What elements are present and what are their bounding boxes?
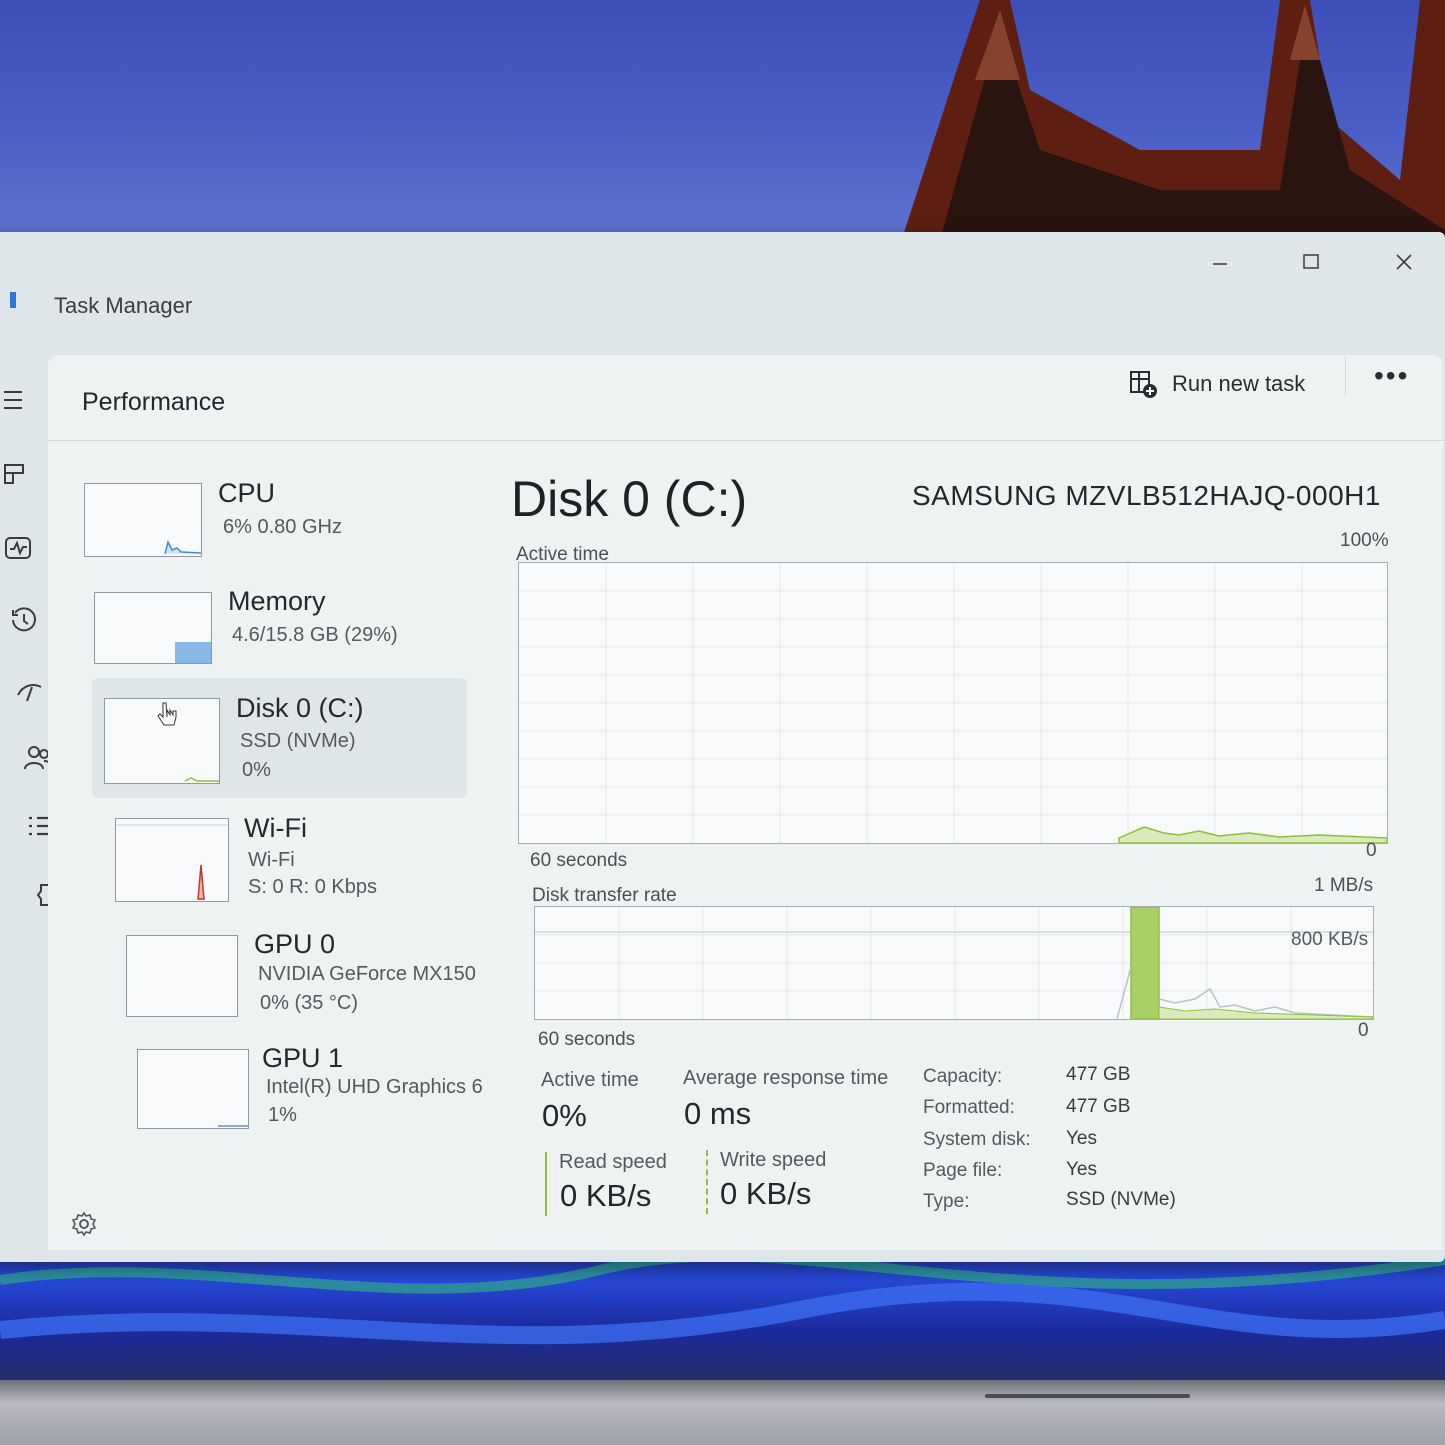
maximize-button[interactable] xyxy=(1295,246,1327,278)
memory-thumbnail xyxy=(94,592,212,664)
toolbar-separator xyxy=(1345,356,1346,396)
device-detail: NVIDIA GeForce MX150 xyxy=(258,963,476,985)
read-speed-accent xyxy=(545,1152,547,1216)
write-speed-label: Write speed xyxy=(720,1149,827,1171)
gpu1-thumbnail-graph xyxy=(218,1125,248,1127)
disk-model: SAMSUNG MZVLB512HAJQ-000H1 xyxy=(912,480,1381,511)
device-name: Memory xyxy=(228,586,326,616)
active-time-graph-min: 0 xyxy=(1366,840,1377,861)
property-value: SSD (NVMe) xyxy=(1066,1189,1176,1210)
device-detail: Intel(R) UHD Graphics 6 xyxy=(266,1076,483,1098)
gpu0-thumbnail xyxy=(126,935,238,1017)
cpu-thumbnail xyxy=(84,483,202,557)
transfer-rate-graph: 800 KB/s xyxy=(534,906,1374,1020)
minimize-icon xyxy=(1213,263,1227,265)
property-key: Formatted: xyxy=(923,1097,1015,1118)
property-value: 477 GB xyxy=(1066,1064,1131,1085)
active-time-graph-svg xyxy=(519,563,1387,843)
read-speed-label: Read speed xyxy=(559,1151,667,1173)
wifi-thumbnail-graph xyxy=(116,824,228,900)
app-history-icon xyxy=(12,607,36,632)
close-button[interactable] xyxy=(1388,246,1420,278)
disk-thumbnail xyxy=(104,698,220,784)
transfer-graph-max: 1 MB/s xyxy=(1314,875,1374,896)
device-usage: 0% (35 °C) xyxy=(260,992,359,1014)
write-speed-accent xyxy=(706,1150,708,1214)
device-usage: 0% xyxy=(242,759,271,781)
minimize-button[interactable] xyxy=(1204,246,1236,278)
property-key: Type: xyxy=(923,1191,970,1212)
device-detail: 4.6/15.8 GB (29%) xyxy=(232,624,398,646)
nav-performance[interactable] xyxy=(0,528,38,568)
maximize-icon xyxy=(1303,254,1319,269)
run-task-icon xyxy=(1130,371,1157,398)
nav-processes[interactable] xyxy=(0,454,36,494)
active-time-graph xyxy=(518,562,1388,844)
property-key: Capacity: xyxy=(923,1066,1003,1087)
page-title: Performance xyxy=(82,388,226,416)
more-icon: ••• xyxy=(1374,360,1410,391)
property-value: Yes xyxy=(1066,1128,1097,1149)
write-speed-value: 0 KB/s xyxy=(720,1176,812,1211)
window-title: Task Manager xyxy=(54,293,193,318)
device-name: Wi-Fi xyxy=(244,813,307,843)
transfer-graph-min: 0 xyxy=(1358,1020,1369,1041)
task-manager-app-icon xyxy=(10,292,16,308)
active-time-stat-label: Active time xyxy=(541,1069,639,1091)
device-name: GPU 1 xyxy=(262,1043,344,1073)
run-new-task-label: Run new task xyxy=(1172,371,1306,396)
property-value: 477 GB xyxy=(1066,1096,1131,1117)
hand-cursor-icon xyxy=(157,702,177,726)
wifi-thumbnail xyxy=(115,818,229,902)
transfer-graph-label: Disk transfer rate xyxy=(532,885,677,906)
settings-button[interactable] xyxy=(64,1204,104,1244)
active-time-graph-span: 60 seconds xyxy=(530,850,628,871)
laptop-bezel xyxy=(0,1380,1445,1445)
memory-usage-fill xyxy=(175,642,211,663)
read-speed-value: 0 KB/s xyxy=(560,1178,652,1213)
avg-response-value: 0 ms xyxy=(684,1096,752,1131)
device-name: GPU 0 xyxy=(254,929,336,959)
device-usage: 1% xyxy=(268,1104,297,1126)
close-icon xyxy=(1396,254,1412,270)
device-detail: 6% 0.80 GHz xyxy=(223,516,342,538)
active-time-graph-max: 100% xyxy=(1340,530,1389,551)
transfer-graph-mid: 800 KB/s xyxy=(1291,929,1369,950)
device-name: Disk 0 (C:) xyxy=(236,693,364,723)
device-throughput: S: 0 R: 0 Kbps xyxy=(248,876,377,898)
nav-startup-apps[interactable] xyxy=(10,670,50,710)
cpu-thumbnail-graph xyxy=(164,539,202,555)
laptop-bezel-line xyxy=(985,1394,1190,1398)
hamburger-icon xyxy=(4,391,22,409)
wallpaper-floor-pattern xyxy=(0,1251,1445,1345)
transfer-graph-span: 60 seconds xyxy=(538,1029,636,1050)
active-time-stat-value: 0% xyxy=(542,1098,587,1133)
settings-icon xyxy=(71,1211,97,1237)
more-options-button[interactable]: ••• xyxy=(1374,360,1409,392)
property-value: Yes xyxy=(1066,1159,1097,1180)
performance-icon xyxy=(5,537,31,559)
property-key: Page file: xyxy=(923,1160,1003,1181)
device-name: CPU xyxy=(218,478,276,508)
transfer-rate-graph-svg xyxy=(535,907,1373,1019)
device-detail: SSD (NVMe) xyxy=(240,730,356,752)
nav-app-history[interactable] xyxy=(4,600,44,640)
run-new-task-button[interactable]: Run new task xyxy=(1128,366,1305,402)
detail-title: Disk 0 (C:) xyxy=(511,471,748,527)
gpu1-thumbnail xyxy=(137,1049,249,1129)
avg-response-label: Average response time xyxy=(683,1067,889,1089)
hamburger-button[interactable] xyxy=(0,380,36,420)
property-key: System disk: xyxy=(923,1129,1031,1150)
startup-icon xyxy=(17,684,42,702)
device-detail: Wi-Fi xyxy=(248,849,295,871)
processes-icon xyxy=(4,464,24,484)
panel-header-divider xyxy=(48,440,1443,441)
